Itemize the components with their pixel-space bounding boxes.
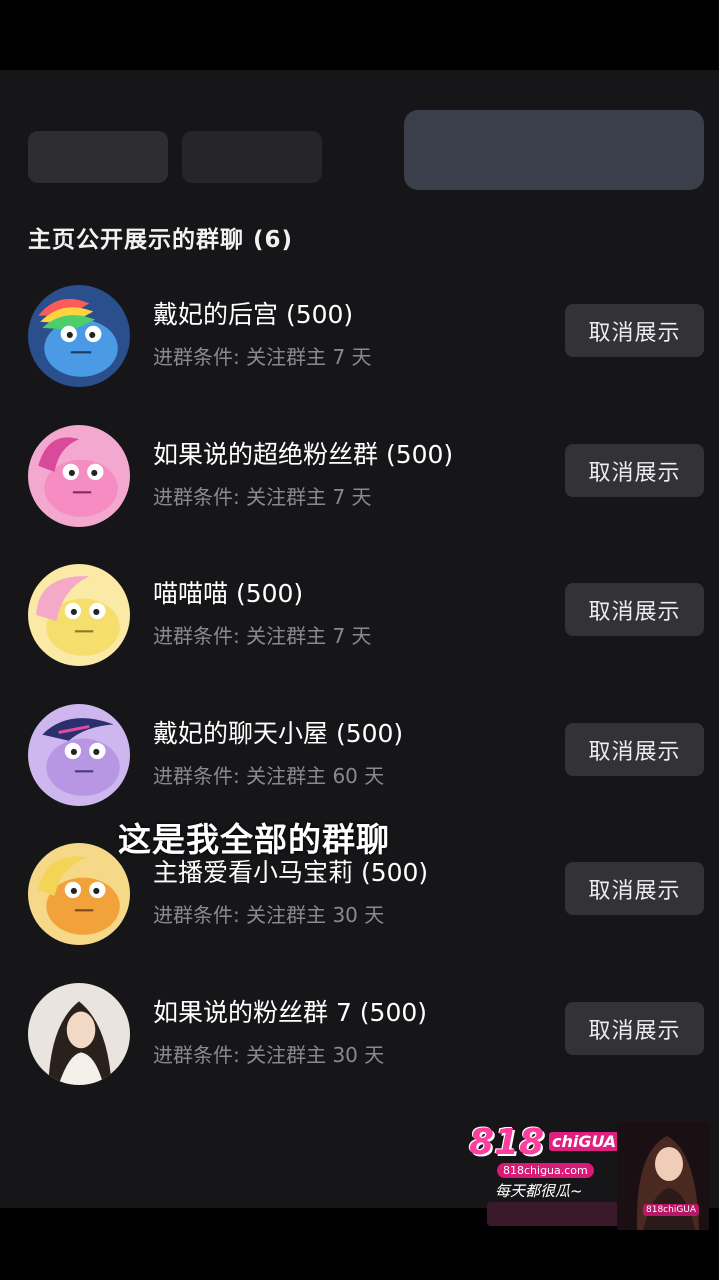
cancel-display-button[interactable]: 取消展示 [565, 583, 704, 636]
cancel-display-button[interactable]: 取消展示 [565, 723, 704, 776]
photo-avatar-icon [28, 983, 130, 1085]
group-condition: 进群条件: 关注群主 7 天 [153, 345, 372, 369]
app-screen: 主页公开展示的群聊 (6) 戴妃的后宫 (500) 进群条件: 关注群主 7 天… [0, 70, 719, 1208]
frog-avatar-icon [28, 704, 130, 806]
group-avatar [28, 704, 130, 806]
group-name: 如果说的超绝粉丝群 (500) [153, 440, 454, 469]
watermark-logo: 818 [469, 1122, 545, 1163]
frog-avatar-icon [28, 285, 130, 387]
cancel-display-button[interactable]: 取消展示 [565, 862, 704, 915]
group-condition: 进群条件: 关注群主 7 天 [153, 485, 372, 509]
watermark-tag: 818chiGUA [643, 1204, 700, 1216]
group-name: 如果说的粉丝群 7 (500) [153, 998, 428, 1027]
tab-placeholder-1[interactable] [28, 131, 168, 183]
group-avatar [28, 285, 130, 387]
watermark-bar [487, 1202, 637, 1226]
frog-avatar-icon [28, 564, 130, 666]
group-name: 戴妃的后宫 (500) [153, 300, 354, 329]
group-condition: 进群条件: 关注群主 60 天 [153, 764, 385, 788]
group-row[interactable]: 喵喵喵 (500) 进群条件: 关注群主 7 天 取消展示 [0, 564, 719, 674]
group-avatar [28, 425, 130, 527]
group-row[interactable]: 戴妃的后宫 (500) 进群条件: 关注群主 7 天 取消展示 [0, 285, 719, 395]
frog-avatar-icon [28, 843, 130, 945]
group-avatar [28, 843, 130, 945]
group-avatar [28, 564, 130, 666]
action-placeholder[interactable] [404, 110, 704, 190]
frog-avatar-icon [28, 425, 130, 527]
section-title: 主页公开展示的群聊 (6) [28, 227, 294, 253]
tab-placeholder-2[interactable] [182, 131, 322, 183]
group-condition: 进群条件: 关注群主 30 天 [153, 903, 385, 927]
overlay-caption: 这是我全部的群聊 [118, 820, 390, 859]
group-avatar [28, 983, 130, 1085]
watermark-logo-sub: chiGUA [549, 1132, 620, 1151]
group-row[interactable]: 如果说的粉丝群 7 (500) 进群条件: 关注群主 30 天 取消展示 [0, 983, 719, 1093]
group-row[interactable]: 如果说的超绝粉丝群 (500) 进群条件: 关注群主 7 天 取消展示 [0, 425, 719, 535]
group-name: 喵喵喵 (500) [153, 579, 304, 608]
watermark-url: 818chigua.com [497, 1163, 594, 1178]
group-row[interactable]: 戴妃的聊天小屋 (500) 进群条件: 关注群主 60 天 取消展示 [0, 704, 719, 814]
group-condition: 进群条件: 关注群主 30 天 [153, 1043, 385, 1067]
cancel-display-button[interactable]: 取消展示 [565, 444, 704, 497]
group-name: 戴妃的聊天小屋 (500) [153, 719, 404, 748]
watermark: 818 chiGUA 818chigua.com 每天都很瓜~ 818chiGU… [467, 1122, 709, 1230]
group-condition: 进群条件: 关注群主 7 天 [153, 624, 372, 648]
cancel-display-button[interactable]: 取消展示 [565, 1002, 704, 1055]
watermark-slogan: 每天都很瓜~ [495, 1182, 583, 1200]
cancel-display-button[interactable]: 取消展示 [565, 304, 704, 357]
